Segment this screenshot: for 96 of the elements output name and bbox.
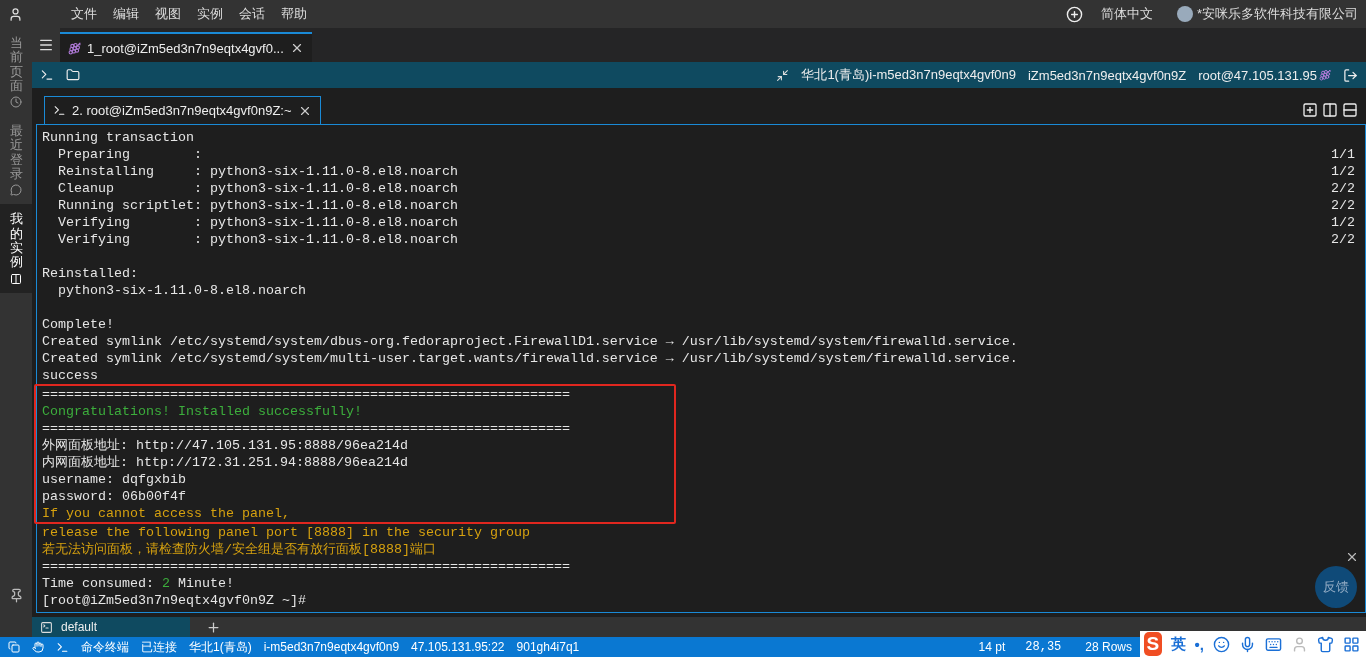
status-item: 命令终端	[81, 638, 129, 656]
terminal-line: Created symlink /etc/systemd/system/dbus-org.fedoraproject.FirewallD1.service → /usr/lib/systemd/system/firewalld.service.	[42, 333, 1018, 350]
clock-icon	[10, 96, 22, 109]
terminal-line: Running scriptlet: python3-six-1.11.0-8.el8.noarch	[57, 197, 458, 214]
terminal-line: Cleanup : python3-six-1.11.0-8.el8.noarch	[57, 180, 458, 197]
punctuation-toggle[interactable]: •,	[1194, 635, 1204, 653]
menu-item[interactable]: 会话	[231, 5, 273, 23]
copy-icon	[8, 641, 20, 653]
row-count: 28 Rows	[1085, 640, 1132, 654]
hand-icon	[32, 641, 44, 653]
terminal-line: If you cannot access the panel,	[42, 505, 290, 522]
terminal-line: Reinstalling : python3-six-1.11.0-8.el8.noarch	[57, 163, 458, 180]
add-pane-icon[interactable]	[1302, 102, 1318, 118]
sidebar-label: 当前页面	[9, 36, 23, 94]
terminal-line: Running transaction	[42, 129, 194, 146]
grape-icon	[68, 41, 81, 55]
language-menu[interactable]: 简体中文	[1092, 5, 1161, 23]
status-item: 已连接	[141, 638, 177, 656]
terminal-panel[interactable]	[36, 124, 1366, 613]
terminal-line: success	[42, 367, 98, 384]
login-address: root@47.105.131.95	[1198, 67, 1317, 83]
tab-label: default	[61, 620, 98, 634]
cursor-position: 28,35	[1025, 640, 1062, 654]
ime-logo[interactable]: S	[1144, 632, 1162, 656]
progress-count: 2/2	[1331, 197, 1355, 214]
region-instance: 华北1(青岛)i-m5ed3n7n9eqtx4gvf0n9	[801, 66, 1016, 84]
terminal-line: release the following panel port [8888] in the security group	[42, 524, 530, 541]
menu-item[interactable]: 帮助	[273, 5, 315, 23]
microphone-icon[interactable]	[1239, 635, 1256, 653]
terminal-line: python3-six-1.11.0-8.el8.noarch	[57, 282, 306, 299]
status-item: 901gh4i7q1	[516, 640, 580, 654]
terminal-line: Verifying : python3-six-1.11.0-8.el8.noarch	[57, 231, 458, 248]
menu-item[interactable]: 编辑	[105, 5, 147, 23]
split-horizontal-icon[interactable]	[1342, 102, 1358, 118]
terminal-line: ==================================================================	[42, 420, 570, 437]
terminal-line: Reinstalled:	[42, 265, 138, 282]
terminal-line: [root@iZm5ed3n7n9eqtx4gvf0n9Z ~]#	[42, 592, 306, 609]
menu-item[interactable]: 视图	[147, 5, 189, 23]
tab-label: 2. root@iZm5ed3n7n9eqtx4gvf0n9Z:~	[72, 103, 292, 118]
keyboard-icon[interactable]	[1265, 635, 1282, 653]
terminal-icon	[40, 620, 53, 634]
avatar	[1176, 6, 1193, 22]
console-tab[interactable]: default	[32, 617, 190, 637]
terminal-icon	[53, 104, 66, 117]
terminal-line: ==================================================================	[42, 386, 570, 403]
pin-icon[interactable]	[8, 588, 24, 603]
terminal-line: Complete!	[42, 316, 114, 333]
menu-item[interactable]: 文件	[63, 5, 105, 23]
tab-label: 1_root@iZm5ed3n7n9eqtx4gvf0...	[87, 40, 284, 56]
sidebar-label: 我的实例	[9, 212, 23, 270]
terminal-icon[interactable]	[40, 68, 54, 82]
terminal-line: Congratulations! Installed successfully!	[42, 403, 362, 420]
grape-icon	[1319, 69, 1331, 81]
grid-icon[interactable]	[1343, 635, 1360, 653]
sidebar-label: 最近登录	[9, 124, 23, 182]
terminal-line: password: 06b00f4f	[42, 488, 186, 505]
session-tab[interactable]: 1_root@iZm5ed3n7n9eqtx4gvf0...	[60, 32, 312, 62]
progress-count: 2/2	[1331, 231, 1355, 248]
terminal-line: username: dqfgxbib	[42, 471, 186, 488]
close-icon[interactable]	[1345, 550, 1359, 564]
terminal-line: ==================================================================	[42, 558, 570, 575]
font-size: 14 pt	[978, 640, 1006, 654]
smiley-icon[interactable]	[1213, 635, 1230, 653]
menu-item[interactable]: 实例	[189, 5, 231, 23]
terminal-line: 内网面板地址: http://172.31.251.94:8888/96ea214d	[42, 454, 408, 471]
status-item: 华北1(青岛)	[189, 638, 252, 656]
sidebar-tab[interactable]: 我的实例	[0, 204, 32, 293]
split-vertical-icon[interactable]	[1322, 102, 1338, 118]
progress-count: 1/2	[1331, 214, 1355, 231]
sidebar-tab[interactable]: 最近登录	[0, 116, 32, 205]
terminal-line: 若无法访问面板，请检查防火墙/安全组是否有放行面板[8888]端口	[42, 541, 436, 558]
terminal-line: Preparing :	[57, 146, 202, 163]
add-tab-button[interactable]	[206, 619, 221, 635]
terminal-line: Verifying : python3-six-1.11.0-8.el8.noarch	[57, 214, 458, 231]
sidebar-tab[interactable]: 当前页面	[0, 28, 32, 117]
status-item: i-m5ed3n7n9eqtx4gvf0n9	[263, 640, 400, 654]
progress-count: 2/2	[1331, 180, 1355, 197]
terminal-tab[interactable]: 2. root@iZm5ed3n7n9eqtx4gvf0n9Z:~	[44, 96, 321, 124]
ime-mode[interactable]: 英	[1170, 634, 1186, 654]
hostname: iZm5ed3n7n9eqtx4gvf0n9Z	[1028, 67, 1187, 83]
feedback-button[interactable]: 反馈	[1315, 566, 1357, 608]
terminal-line: Time consumed: 2 Minute!	[42, 575, 234, 592]
terminal-icon	[56, 640, 69, 654]
add-circle-icon[interactable]	[1065, 5, 1083, 23]
shirt-icon[interactable]	[1317, 635, 1334, 653]
logout-icon[interactable]	[1343, 67, 1358, 83]
status-item: 47.105.131.95:22	[411, 640, 505, 654]
account-name[interactable]: *安咪乐多软件科技有限公司	[1196, 5, 1358, 23]
terminal-line: 外网面板地址: http://47.105.131.95:8888/96ea214d	[42, 437, 408, 454]
menu-icon[interactable]	[38, 37, 54, 53]
folder-icon[interactable]	[66, 68, 80, 82]
progress-count: 1/2	[1331, 163, 1355, 180]
chat-bubble-icon	[10, 184, 22, 197]
terminal-line: Created symlink /etc/systemd/system/multi-user.target.wants/firewalld.service → /usr/lib/systemd/system/firewalld.service.	[42, 350, 1018, 367]
collapse-icon[interactable]	[776, 68, 790, 82]
progress-count: 1/1	[1331, 146, 1355, 163]
